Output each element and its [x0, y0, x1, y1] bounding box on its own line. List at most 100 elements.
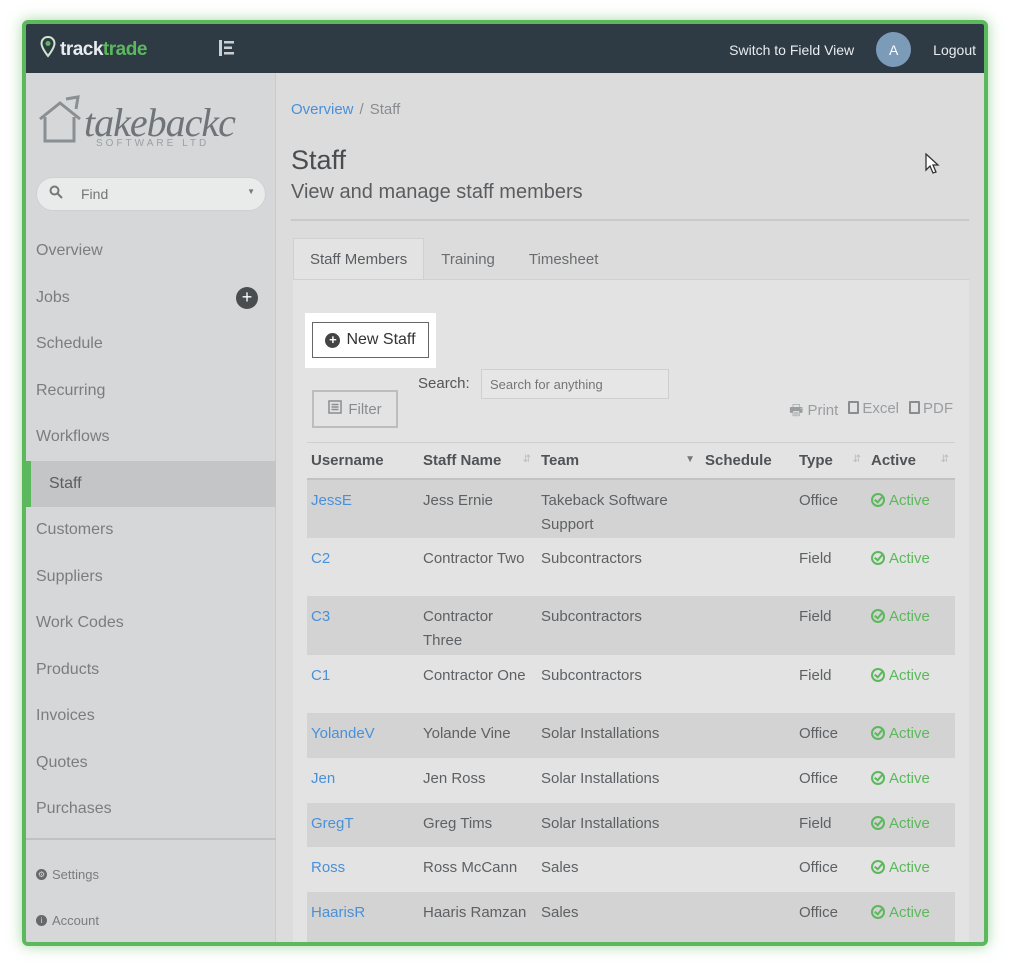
- team-cell: Sales: [537, 846, 701, 892]
- account-link[interactable]: i Account: [36, 913, 99, 928]
- menu-toggle-icon[interactable]: [218, 38, 236, 58]
- sidebar-item-label: Schedule: [36, 335, 103, 352]
- breadcrumb-separator: /: [359, 101, 364, 118]
- filter-button[interactable]: Filter: [312, 390, 398, 428]
- table-row[interactable]: HaarisR Haaris Ramzan Sales Office Activ…: [307, 891, 955, 942]
- sidebar-item-label: Jobs: [36, 288, 70, 306]
- sidebar-item-overview[interactable]: Overview: [26, 228, 276, 275]
- sidebar: takebackc SOFTWARE LTD ▼ Overview Jobs + …: [26, 73, 276, 942]
- sidebar-item-customers[interactable]: Customers: [26, 507, 276, 554]
- column-header-active[interactable]: Active ⇵: [867, 442, 955, 480]
- table-row[interactable]: Ross Ross McCann Sales Office Active: [307, 846, 955, 892]
- avatar[interactable]: A: [876, 32, 912, 67]
- sidebar-item-jobs[interactable]: Jobs +: [26, 275, 276, 322]
- column-header-label: Active: [871, 451, 917, 469]
- new-staff-label: New Staff: [346, 331, 416, 348]
- column-header-username[interactable]: Username: [307, 442, 419, 480]
- column-header-label: Type: [799, 451, 833, 469]
- excel-button[interactable]: Excel: [848, 400, 899, 425]
- settings-link[interactable]: ⚙ Settings: [36, 867, 99, 882]
- pdf-button[interactable]: PDF: [909, 400, 953, 425]
- check-circle-icon: [871, 859, 885, 874]
- company-logo: takebackc SOFTWARE LTD: [36, 95, 246, 155]
- table-row[interactable]: C2 Contractor Two Subcontractors Field A…: [307, 537, 955, 596]
- sidebar-item-quotes[interactable]: Quotes: [26, 740, 276, 787]
- filter-icon: [328, 400, 343, 418]
- tab-staff-members[interactable]: Staff Members: [293, 238, 425, 280]
- logout-link[interactable]: Logout: [933, 42, 976, 58]
- switch-view-link[interactable]: Switch to Field View: [729, 42, 854, 58]
- username-link[interactable]: YolandeV: [307, 712, 419, 758]
- username-link[interactable]: C2: [307, 537, 419, 596]
- info-icon: i: [36, 915, 47, 926]
- search-icon: [49, 185, 63, 204]
- team-cell: Solar Installations: [537, 712, 701, 758]
- column-header-type[interactable]: Type ⇵: [795, 442, 867, 480]
- new-staff-button[interactable]: + New Staff: [312, 322, 429, 358]
- column-header-team[interactable]: Team ▼: [537, 442, 701, 480]
- sidebar-nav: Overview Jobs + Schedule Recurring Workfl…: [26, 228, 276, 833]
- table-row[interactable]: JessE Jess Ernie Takeback Software Suppo…: [307, 478, 955, 538]
- active-status: Active: [867, 654, 955, 713]
- active-status: Active: [867, 478, 955, 538]
- gear-icon: ⚙: [36, 869, 47, 880]
- map-pin-icon: [40, 35, 56, 63]
- active-status: Active: [867, 595, 955, 655]
- sidebar-item-staff[interactable]: Staff: [26, 460, 276, 507]
- find-input[interactable]: [81, 186, 221, 202]
- printer-icon: 🖶: [789, 402, 808, 419]
- sidebar-item-schedule[interactable]: Schedule: [26, 321, 276, 368]
- column-header-staff-name[interactable]: Staff Name ⇵: [419, 442, 537, 480]
- active-status-label: Active: [889, 724, 930, 742]
- username-link[interactable]: JessE: [307, 478, 419, 538]
- logo-text-part1: track: [60, 38, 103, 60]
- print-button[interactable]: 🖶 Print: [789, 400, 838, 425]
- breadcrumb-current: Staff: [369, 101, 401, 118]
- search-input[interactable]: [481, 369, 669, 399]
- username-link[interactable]: GregT: [307, 802, 419, 847]
- schedule-cell: [701, 802, 795, 847]
- tracktrade-logo[interactable]: tracktrade: [40, 35, 147, 63]
- topbar-actions: Switch to Field View A Logout: [729, 32, 976, 67]
- column-header-schedule[interactable]: Schedule: [701, 442, 795, 480]
- sidebar-item-workflows[interactable]: Workflows: [26, 414, 276, 461]
- table-row[interactable]: C1 Contractor One Subcontractors Field A…: [307, 654, 955, 713]
- active-status-label: Active: [889, 666, 930, 684]
- sort-desc-icon: ▼: [685, 454, 695, 465]
- sidebar-item-invoices[interactable]: Invoices: [26, 693, 276, 740]
- type-cell: Office: [795, 891, 867, 942]
- sidebar-item-work-codes[interactable]: Work Codes: [26, 600, 276, 647]
- type-cell: Office: [795, 712, 867, 758]
- table-row[interactable]: GregT Greg Tims Solar Installations Fiel…: [307, 802, 955, 847]
- table-row[interactable]: YolandeV Yolande Vine Solar Installation…: [307, 712, 955, 758]
- table-row[interactable]: Jen Jen Ross Solar Installations Office …: [307, 757, 955, 803]
- team-cell: Solar Installations: [537, 757, 701, 803]
- tab-timesheet[interactable]: Timesheet: [512, 238, 615, 280]
- username-link[interactable]: HaarisR: [307, 891, 419, 942]
- username-link[interactable]: C3: [307, 595, 419, 655]
- sidebar-item-products[interactable]: Products: [26, 647, 276, 694]
- username-link[interactable]: Jen: [307, 757, 419, 803]
- table-row[interactable]: C3 Contractor Three Subcontractors Field…: [307, 595, 955, 655]
- sidebar-item-label: Invoices: [36, 707, 95, 724]
- find-field[interactable]: ▼: [36, 177, 266, 211]
- new-staff-highlight: + New Staff: [305, 313, 436, 368]
- staff-name-cell: Contractor Two: [419, 537, 537, 596]
- staff-members-panel: + New Staff Search: Filter 🖶 Print Excel…: [293, 279, 969, 942]
- dropdown-caret-icon[interactable]: ▼: [247, 187, 255, 196]
- type-cell: Office: [795, 757, 867, 803]
- breadcrumb-overview[interactable]: Overview: [291, 101, 354, 118]
- username-link[interactable]: Ross: [307, 846, 419, 892]
- app-window: tracktrade Switch to Field View A Logout…: [22, 20, 988, 946]
- add-job-icon[interactable]: +: [236, 286, 258, 309]
- username-link[interactable]: C1: [307, 654, 419, 713]
- team-cell: Subcontractors: [537, 654, 701, 713]
- tab-training[interactable]: Training: [424, 238, 512, 280]
- type-cell: Field: [795, 537, 867, 596]
- sidebar-item-recurring[interactable]: Recurring: [26, 368, 276, 415]
- sidebar-item-label: Suppliers: [36, 567, 103, 585]
- check-circle-icon: [871, 725, 885, 740]
- sidebar-item-purchases[interactable]: Purchases: [26, 786, 276, 833]
- sidebar-item-suppliers[interactable]: Suppliers: [26, 554, 276, 601]
- filter-label: Filter: [348, 400, 382, 418]
